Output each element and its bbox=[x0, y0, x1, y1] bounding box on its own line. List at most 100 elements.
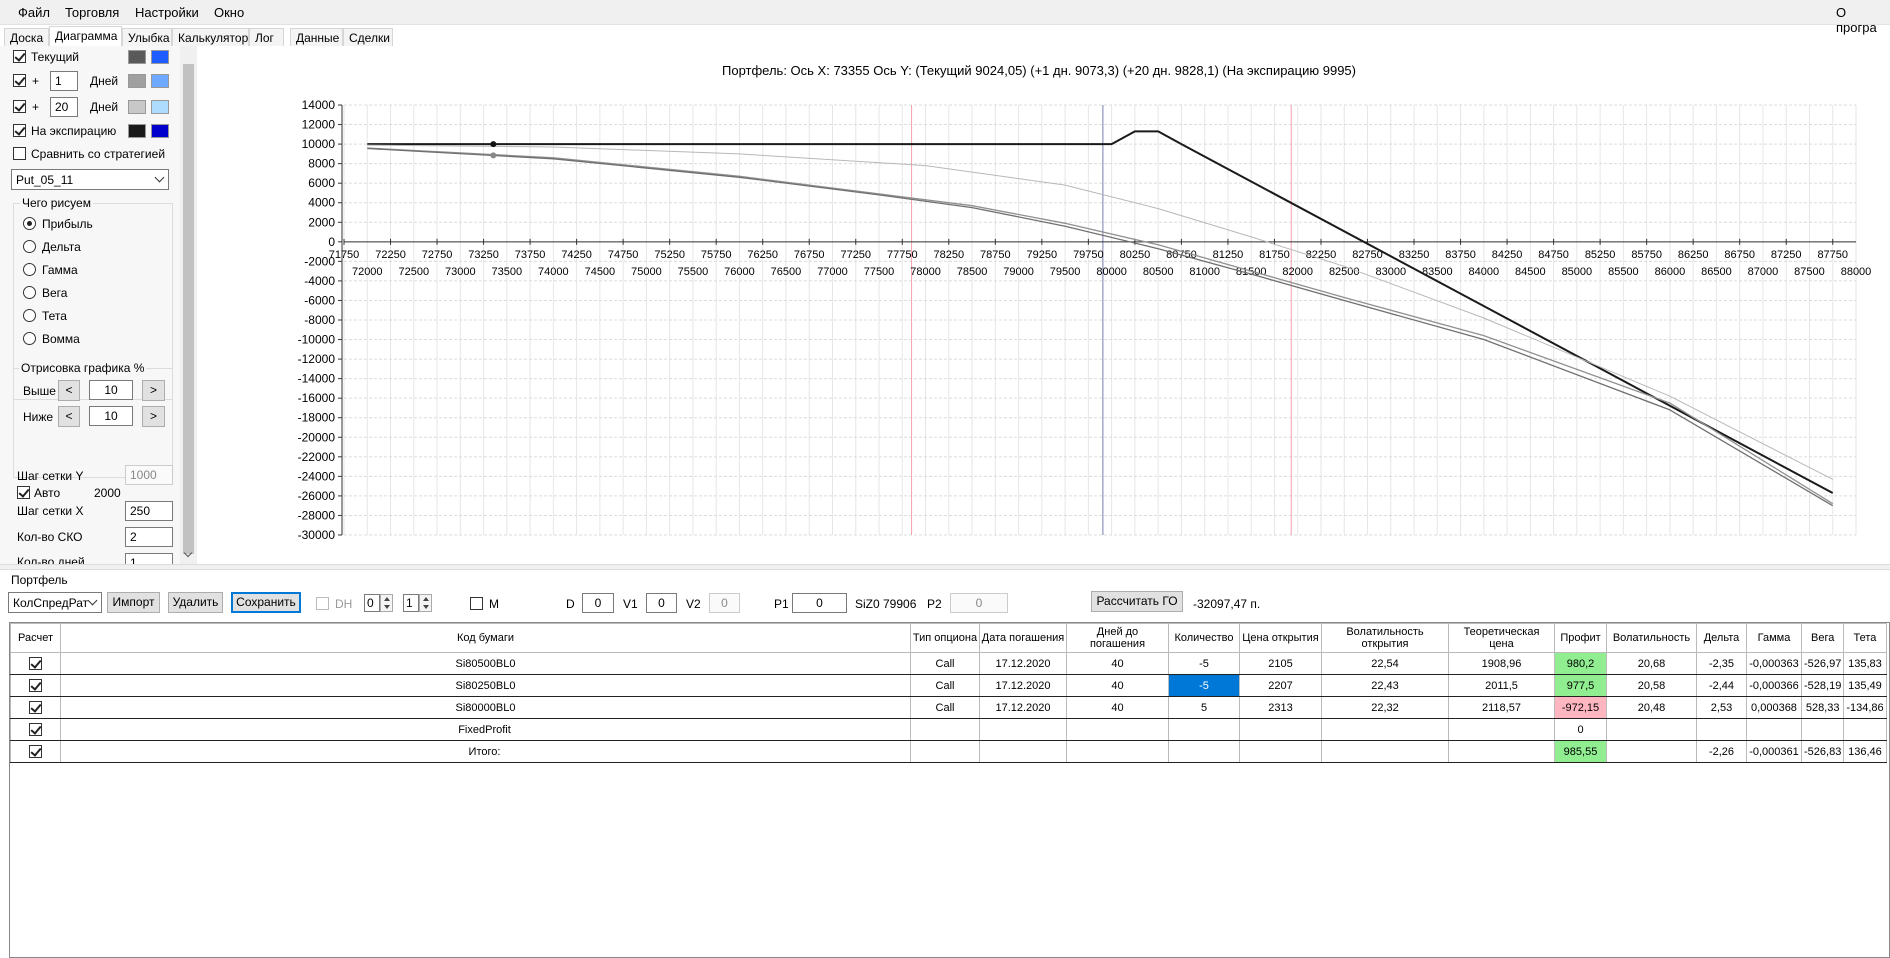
table-cell[interactable]: 40 bbox=[1066, 674, 1169, 697]
table-cell[interactable]: 2118,57 bbox=[1448, 696, 1555, 719]
table-cell[interactable]: 17.12.2020 bbox=[979, 674, 1067, 697]
table-cell[interactable] bbox=[1321, 718, 1449, 741]
col-gamma[interactable]: Гамма bbox=[1746, 623, 1802, 653]
table-cell[interactable]: 0 bbox=[1554, 718, 1607, 741]
table-cell[interactable]: -972,15 bbox=[1554, 696, 1607, 719]
col-vega[interactable]: Вега bbox=[1800, 623, 1845, 653]
col-theta[interactable]: Тета bbox=[1843, 623, 1887, 653]
col-open-vol[interactable]: Волатильность открытия bbox=[1321, 623, 1449, 653]
col-open-price[interactable]: Цена открытия bbox=[1239, 623, 1322, 653]
table-cell[interactable]: 20,58 bbox=[1606, 674, 1697, 697]
col-theo[interactable]: Теоретическая цена bbox=[1448, 623, 1555, 653]
table-cell[interactable]: Итого: bbox=[60, 740, 911, 763]
v2-input[interactable]: 0 bbox=[709, 593, 740, 613]
table-row[interactable]: Si80250BL0 Call 17.12.2020 40 -5 2207 22,43 201… bbox=[10, 674, 1887, 697]
table-cell[interactable]: 2207 bbox=[1239, 674, 1322, 697]
col-days[interactable]: Дней до погашения bbox=[1066, 623, 1169, 653]
dh-b-spinner[interactable] bbox=[419, 594, 432, 612]
dh-b-input[interactable]: 1 bbox=[403, 594, 419, 612]
table-cell[interactable]: 1908,96 bbox=[1448, 652, 1555, 675]
row-calc-cell[interactable] bbox=[10, 696, 61, 719]
table-cell[interactable]: 135,49 bbox=[1843, 674, 1887, 697]
table-cell[interactable]: -526,83 bbox=[1800, 740, 1845, 763]
row-calc-cell[interactable] bbox=[10, 718, 61, 741]
p1-input[interactable]: 0 bbox=[792, 593, 847, 613]
table-cell[interactable] bbox=[1168, 718, 1240, 741]
table-cell[interactable]: 17.12.2020 bbox=[979, 696, 1067, 719]
table-cell[interactable]: 136,46 bbox=[1843, 740, 1887, 763]
table-cell[interactable] bbox=[979, 718, 1067, 741]
table-cell[interactable]: 40 bbox=[1066, 696, 1169, 719]
table-cell[interactable]: 17.12.2020 bbox=[979, 652, 1067, 675]
table-cell[interactable]: Call bbox=[910, 674, 980, 697]
table-cell[interactable]: FixedProfit bbox=[60, 718, 911, 741]
calc-margin-button[interactable]: Рассчитать ГО bbox=[1091, 591, 1183, 612]
table-cell[interactable] bbox=[910, 718, 980, 741]
table-cell[interactable] bbox=[979, 740, 1067, 763]
table-cell[interactable] bbox=[1239, 718, 1322, 741]
table-cell[interactable]: -5 bbox=[1168, 674, 1240, 697]
delete-button[interactable]: Удалить bbox=[168, 592, 223, 613]
table-row[interactable]: Si80500BL0 Call 17.12.2020 40 -5 2105 22,54 190… bbox=[10, 652, 1887, 675]
table-cell[interactable]: -2,26 bbox=[1696, 740, 1747, 763]
table-cell[interactable] bbox=[1696, 718, 1747, 741]
table-cell[interactable]: 135,83 bbox=[1843, 652, 1887, 675]
table-cell[interactable] bbox=[1746, 718, 1802, 741]
table-cell[interactable]: 22,32 bbox=[1321, 696, 1449, 719]
profit-chart[interactable]: 14000120001000080006000400020000-2000-40… bbox=[0, 0, 1890, 564]
p2-input[interactable]: 0 bbox=[950, 593, 1008, 613]
col-code[interactable]: Код бумаги bbox=[60, 623, 911, 653]
table-cell[interactable]: 528,33 bbox=[1800, 696, 1845, 719]
d-input[interactable]: 0 bbox=[582, 593, 614, 613]
table-cell[interactable] bbox=[1448, 740, 1555, 763]
portfolio-select[interactable]: КолСпредРат bbox=[8, 592, 102, 613]
col-vol[interactable]: Волатильность bbox=[1606, 623, 1697, 653]
table-cell[interactable]: 2,53 bbox=[1696, 696, 1747, 719]
table-cell[interactable] bbox=[1321, 740, 1449, 763]
table-cell[interactable] bbox=[1168, 740, 1240, 763]
table-cell[interactable] bbox=[1606, 718, 1697, 741]
row-calc-checkbox[interactable] bbox=[29, 701, 42, 714]
table-row[interactable]: Итого: 985,55 -2,26 -0,000361 -526,83 136,46 bbox=[10, 740, 1887, 763]
table-cell[interactable]: -2,44 bbox=[1696, 674, 1747, 697]
v1-input[interactable]: 0 bbox=[646, 593, 677, 613]
table-cell[interactable] bbox=[1066, 740, 1169, 763]
table-row[interactable]: FixedProfit 0 bbox=[10, 718, 1887, 741]
row-calc-checkbox[interactable] bbox=[29, 745, 42, 758]
table-cell[interactable]: 2011,5 bbox=[1448, 674, 1555, 697]
table-cell[interactable]: -528,19 bbox=[1800, 674, 1845, 697]
col-qty[interactable]: Количество bbox=[1168, 623, 1240, 653]
table-cell[interactable]: 20,68 bbox=[1606, 652, 1697, 675]
table-cell[interactable] bbox=[910, 740, 980, 763]
row-calc-cell[interactable] bbox=[10, 740, 61, 763]
table-cell[interactable]: 2313 bbox=[1239, 696, 1322, 719]
row-calc-checkbox[interactable] bbox=[29, 657, 42, 670]
table-cell[interactable] bbox=[1448, 718, 1555, 741]
table-cell[interactable]: 985,55 bbox=[1554, 740, 1607, 763]
dh-a-input[interactable]: 0 bbox=[364, 594, 380, 612]
table-cell[interactable]: -2,35 bbox=[1696, 652, 1747, 675]
table-cell[interactable]: 980,2 bbox=[1554, 652, 1607, 675]
table-cell[interactable]: -526,97 bbox=[1800, 652, 1845, 675]
table-cell[interactable]: -134,86 bbox=[1843, 696, 1887, 719]
save-button[interactable]: Сохранить bbox=[231, 592, 301, 613]
table-cell[interactable]: Call bbox=[910, 696, 980, 719]
table-cell[interactable]: -0,000361 bbox=[1746, 740, 1802, 763]
row-calc-cell[interactable] bbox=[10, 652, 61, 675]
col-calc[interactable]: Расчет bbox=[10, 623, 61, 653]
table-cell[interactable]: -5 bbox=[1168, 652, 1240, 675]
table-cell[interactable] bbox=[1800, 718, 1845, 741]
m-checkbox[interactable] bbox=[470, 597, 483, 610]
table-cell[interactable]: 22,43 bbox=[1321, 674, 1449, 697]
col-profit[interactable]: Профит bbox=[1554, 623, 1607, 653]
table-cell[interactable]: -0,000366 bbox=[1746, 674, 1802, 697]
row-calc-checkbox[interactable] bbox=[29, 679, 42, 692]
table-cell[interactable] bbox=[1843, 718, 1887, 741]
table-cell[interactable]: 22,54 bbox=[1321, 652, 1449, 675]
dh-a-spinner[interactable] bbox=[380, 594, 393, 612]
dh-checkbox[interactable] bbox=[316, 597, 329, 610]
table-cell[interactable]: 5 bbox=[1168, 696, 1240, 719]
row-calc-checkbox[interactable] bbox=[29, 723, 42, 736]
col-delta[interactable]: Дельта bbox=[1696, 623, 1747, 653]
col-type[interactable]: Тип опциона bbox=[910, 623, 980, 653]
